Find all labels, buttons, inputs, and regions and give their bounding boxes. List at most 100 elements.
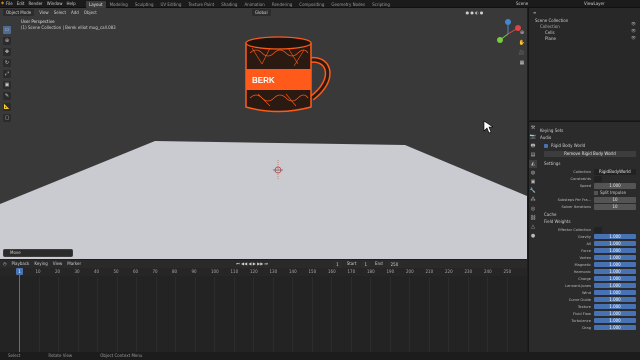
last-operator-panel[interactable]: Move <box>3 249 73 257</box>
transform-orientation[interactable]: Global <box>251 9 271 16</box>
solver-iterations-field[interactable]: 10 <box>594 203 636 210</box>
menu-file[interactable]: File <box>6 2 13 6</box>
scene-selector[interactable]: Scene <box>516 2 528 6</box>
end-frame-field[interactable]: 250 <box>387 260 402 268</box>
scene-tab-icon[interactable]: ◭ <box>529 160 537 168</box>
transform-icon[interactable]: ▣ <box>3 81 11 89</box>
world-tab-icon[interactable]: ◍ <box>529 169 537 177</box>
move-icon[interactable]: ✥ <box>3 48 11 56</box>
tab-layout[interactable]: Layout <box>86 1 106 8</box>
outliner-item-scene-collection[interactable]: Scene Collection <box>535 19 568 23</box>
tab-scripting[interactable]: Scripting <box>369 1 393 8</box>
rotate-icon[interactable]: ↻ <box>3 59 11 67</box>
field-weight-slider[interactable]: 1.000 <box>594 297 636 302</box>
keying-sets-panel[interactable]: Keying Sets <box>540 128 636 135</box>
timeline-menu-view[interactable]: View <box>53 262 63 266</box>
tab-sculpting[interactable]: Sculpting <box>132 1 157 8</box>
viewport-menu-view[interactable]: View <box>39 10 49 15</box>
field-weight-slider[interactable]: 1.000 <box>594 283 636 288</box>
timeline-menu-playback[interactable]: Playback <box>12 262 30 266</box>
3d-viewport[interactable]: BERK <box>0 8 527 259</box>
menu-edit[interactable]: Edit <box>17 2 25 6</box>
playback-controls[interactable]: ⏮ ◀◀ ◀ ▶ ▶▶ ⏭ <box>236 262 268 266</box>
field-weight-slider[interactable]: 1.000 <box>594 304 636 309</box>
field-weight-slider[interactable]: 1.000 <box>594 241 636 246</box>
constraints-tab-icon[interactable]: ⛓ <box>529 214 537 222</box>
field-weight-slider[interactable]: 1.000 <box>594 325 636 330</box>
tool-tab-icon[interactable]: ⚒ <box>529 124 537 132</box>
constraints-field[interactable] <box>594 175 602 182</box>
mug-object[interactable]: BERK <box>245 36 331 113</box>
field-weight-slider[interactable]: 1.000 <box>594 290 636 295</box>
timeline-menu-marker[interactable]: Marker <box>67 262 81 266</box>
object-tab-icon[interactable]: ▣ <box>529 178 537 186</box>
field-weight-slider[interactable]: 1.000 <box>594 255 636 260</box>
outliner-item-collection[interactable]: Collection <box>540 25 568 29</box>
annotate-icon[interactable]: ✎ <box>3 92 11 100</box>
timeline-editor-icon[interactable]: ◷ <box>3 262 7 266</box>
visibility-eye-icon[interactable]: 👁 👁 👁 <box>631 20 636 41</box>
timeline-menu-keying[interactable]: Keying <box>34 262 47 266</box>
playhead[interactable]: 1 <box>16 268 23 275</box>
field-weight-slider[interactable]: 1.000 <box>594 248 636 253</box>
measure-icon[interactable]: 📐 <box>3 103 11 111</box>
camera-view-icon[interactable]: 🎥 <box>518 48 526 58</box>
audio-panel[interactable]: Audio <box>540 135 636 142</box>
field-weight-slider[interactable]: 1.000 <box>594 234 636 239</box>
field-weights-panel[interactable]: Field Weights <box>540 219 636 226</box>
view-layer-selector[interactable]: ViewLayer <box>584 2 605 6</box>
render-tab-icon[interactable]: 📷 <box>529 133 537 141</box>
frame-ruler[interactable]: 0102030405060708090100110120130140150160… <box>0 268 527 276</box>
add-cube-icon[interactable]: ▢ <box>3 114 11 122</box>
split-impulse-checkbox[interactable] <box>594 190 598 195</box>
cursor-icon[interactable]: ⊕ <box>3 37 11 45</box>
tab-rendering[interactable]: Rendering <box>269 1 295 8</box>
tab-geometry-nodes[interactable]: Geometry Nodes <box>328 1 368 8</box>
perspective-grid-icon[interactable]: ▦ <box>518 58 526 68</box>
material-tab-icon[interactable]: ● <box>529 232 537 240</box>
shading-icon[interactable]: ● ● ◐ ● <box>466 10 484 15</box>
current-frame-field[interactable]: 1 <box>333 260 342 268</box>
menu-help[interactable]: Help <box>66 2 75 6</box>
menu-window[interactable]: Window <box>47 2 63 6</box>
outliner-editor-icon[interactable]: ≡ <box>533 11 536 15</box>
rigid-body-world-checkbox[interactable] <box>544 143 548 148</box>
viewport-menu-object[interactable]: Object <box>84 10 97 15</box>
tab-texture-paint[interactable]: Texture Paint <box>185 1 217 8</box>
physics-tab-icon[interactable]: ◎ <box>529 205 537 213</box>
pan-hand-icon[interactable]: ✋ <box>518 38 526 48</box>
speed-field[interactable]: 1.000 <box>594 182 636 189</box>
select-box-icon[interactable]: ▭ <box>3 26 11 34</box>
tab-animation[interactable]: Animation <box>241 1 267 8</box>
particles-tab-icon[interactable]: ⁂ <box>529 196 537 204</box>
field-weight-slider[interactable]: 1.000 <box>594 262 636 267</box>
menu-render[interactable]: Render <box>28 2 42 6</box>
effector-collection-field[interactable] <box>594 226 602 233</box>
data-tab-icon[interactable]: △ <box>529 223 537 231</box>
viewport-menu-add[interactable]: Add <box>71 10 79 15</box>
outliner-item-plane[interactable]: Plane <box>545 37 568 41</box>
view-layer-tab-icon[interactable]: ▤ <box>529 151 537 159</box>
field-weight-slider[interactable]: 1.000 <box>594 276 636 281</box>
output-tab-icon[interactable]: 🖶 <box>529 142 537 150</box>
ground-plane[interactable] <box>0 141 527 259</box>
field-weight-slider[interactable]: 1.000 <box>594 269 636 274</box>
blender-logo-icon[interactable]: ◆ <box>1 1 4 5</box>
field-weight-slider[interactable]: 1.000 <box>594 318 636 323</box>
tab-compositing[interactable]: Compositing <box>296 1 327 8</box>
viewport-menu-select[interactable]: Select <box>54 10 66 15</box>
outliner-item-cells[interactable]: Cells <box>545 31 568 35</box>
settings-panel[interactable]: Settings <box>540 161 636 168</box>
tab-uv-editing[interactable]: UV Editing <box>158 1 185 8</box>
tab-modeling[interactable]: Modeling <box>107 1 131 8</box>
start-frame-field[interactable]: 1 <box>361 260 371 268</box>
scale-icon[interactable]: ⤢ <box>3 70 11 78</box>
tab-shading[interactable]: Shading <box>218 1 240 8</box>
modifier-tab-icon[interactable]: 🔧 <box>529 187 537 195</box>
zoom-icon[interactable]: ⊕ <box>518 28 526 38</box>
substeps-field[interactable]: 10 <box>594 196 636 203</box>
remove-rigid-body-world-button[interactable]: Remove Rigid Body World <box>544 151 636 157</box>
field-weight-slider[interactable]: 1.000 <box>594 311 636 316</box>
mode-selector[interactable]: Object Mode <box>3 9 35 16</box>
collection-field[interactable]: RigidBodyWorld <box>594 168 636 175</box>
